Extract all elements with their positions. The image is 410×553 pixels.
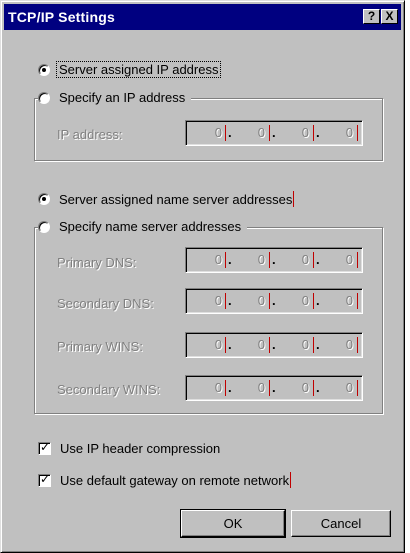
primary-wins-field[interactable]: 0 . 0 . 0 . 0 [185, 332, 363, 358]
secondary-dns-octet-4: 0 [345, 293, 353, 308]
octet-separator [269, 125, 270, 141]
specify-ns-option[interactable]: Specify name server addresses [38, 219, 248, 234]
secondary-dns-field[interactable]: 0 . 0 . 0 . 0 [185, 288, 363, 314]
server-assigned-ip-label: Server assigned IP address [56, 61, 222, 78]
primary-dns-octet-4: 0 [345, 252, 353, 267]
header-compression-label: Use IP header compression [60, 441, 221, 456]
octet-separator [357, 380, 358, 396]
ok-button[interactable]: OK [180, 509, 286, 538]
secondary-dns-octet-3: 0 [301, 293, 309, 308]
ip-address-label: IP address: [57, 127, 123, 142]
octet-separator [357, 252, 358, 268]
default-gateway-option[interactable]: ✓ Use default gateway on remote network [38, 471, 292, 488]
secondary-dns-octet-2: 0 [257, 293, 265, 308]
specify-ip-label: Specify an IP address [59, 90, 186, 105]
octet-separator [269, 293, 270, 309]
header-compression-checkbox[interactable]: ✓ [38, 440, 51, 455]
server-assigned-ns-option[interactable]: Server assigned name server addresses [38, 191, 295, 207]
ip-octet-4: 0 [345, 125, 353, 140]
octet-separator [269, 337, 270, 353]
checkmark-icon: ✓ [40, 440, 51, 454]
tcpip-settings-dialog: TCP/IP Settings ? X Server assigned IP a… [0, 0, 405, 553]
primary-dns-label: Primary DNS: [57, 255, 137, 270]
secondary-wins-octet-4: 0 [345, 380, 353, 395]
ip-octet-2: 0 [257, 125, 265, 140]
octet-separator [313, 125, 314, 141]
primary-wins-octet-2: 0 [257, 337, 265, 352]
text-cursor [293, 191, 295, 207]
primary-dns-field[interactable]: 0 . 0 . 0 . 0 [185, 247, 363, 273]
specify-ns-label: Specify name server addresses [59, 219, 242, 234]
octet-separator [313, 293, 314, 309]
header-compression-option[interactable]: ✓ Use IP header compression [38, 440, 221, 456]
octet-separator [225, 293, 226, 309]
default-gateway-label: Use default gateway on remote network [60, 472, 290, 488]
primary-wins-octet-3: 0 [301, 337, 309, 352]
help-button[interactable]: ? [363, 9, 380, 24]
dialog-title: TCP/IP Settings [8, 9, 115, 25]
secondary-wins-field[interactable]: 0 . 0 . 0 . 0 [185, 375, 363, 401]
octet-separator [225, 125, 226, 141]
octet-separator [313, 337, 314, 353]
octet-separator [269, 380, 270, 396]
server-assigned-ns-radio[interactable] [38, 193, 50, 205]
primary-wins-label: Primary WINS: [57, 339, 143, 354]
primary-wins-octet-1: 0 [214, 337, 222, 352]
primary-dns-octet-3: 0 [301, 252, 309, 267]
server-assigned-ip-radio[interactable] [38, 63, 50, 76]
secondary-dns-label: Secondary DNS: [57, 296, 154, 311]
cancel-button[interactable]: Cancel [291, 510, 391, 537]
secondary-wins-label: Secondary WINS: [57, 382, 161, 397]
secondary-wins-octet-1: 0 [214, 380, 222, 395]
specify-ip-radio[interactable] [38, 91, 50, 104]
primary-dns-octet-1: 0 [214, 252, 222, 267]
default-gateway-checkbox[interactable]: ✓ [38, 471, 51, 487]
octet-separator [313, 380, 314, 396]
server-assigned-ns-label: Server assigned name server addresses [59, 191, 293, 207]
octet-separator [357, 337, 358, 353]
secondary-wins-octet-3: 0 [301, 380, 309, 395]
text-cursor [290, 472, 292, 488]
secondary-wins-octet-2: 0 [257, 380, 265, 395]
server-assigned-ip-option[interactable]: Server assigned IP address [38, 61, 222, 78]
octet-separator [225, 337, 226, 353]
specify-ip-option[interactable]: Specify an IP address [38, 90, 192, 105]
ip-octet-3: 0 [301, 125, 309, 140]
checkmark-icon: ✓ [40, 471, 51, 486]
close-button[interactable]: X [381, 9, 398, 24]
specify-ns-radio[interactable] [38, 220, 50, 233]
title-bar[interactable]: TCP/IP Settings ? X [4, 4, 401, 30]
secondary-dns-octet-1: 0 [214, 293, 222, 308]
ip-address-field[interactable]: 0 . 0 . 0 . 0 [185, 120, 363, 146]
octet-separator [269, 252, 270, 268]
ip-octet-1: 0 [214, 125, 222, 140]
primary-dns-octet-2: 0 [257, 252, 265, 267]
octet-separator [225, 380, 226, 396]
primary-wins-octet-4: 0 [345, 337, 353, 352]
octet-separator [357, 293, 358, 309]
octet-separator [313, 252, 314, 268]
octet-separator [225, 252, 226, 268]
octet-separator [357, 125, 358, 141]
